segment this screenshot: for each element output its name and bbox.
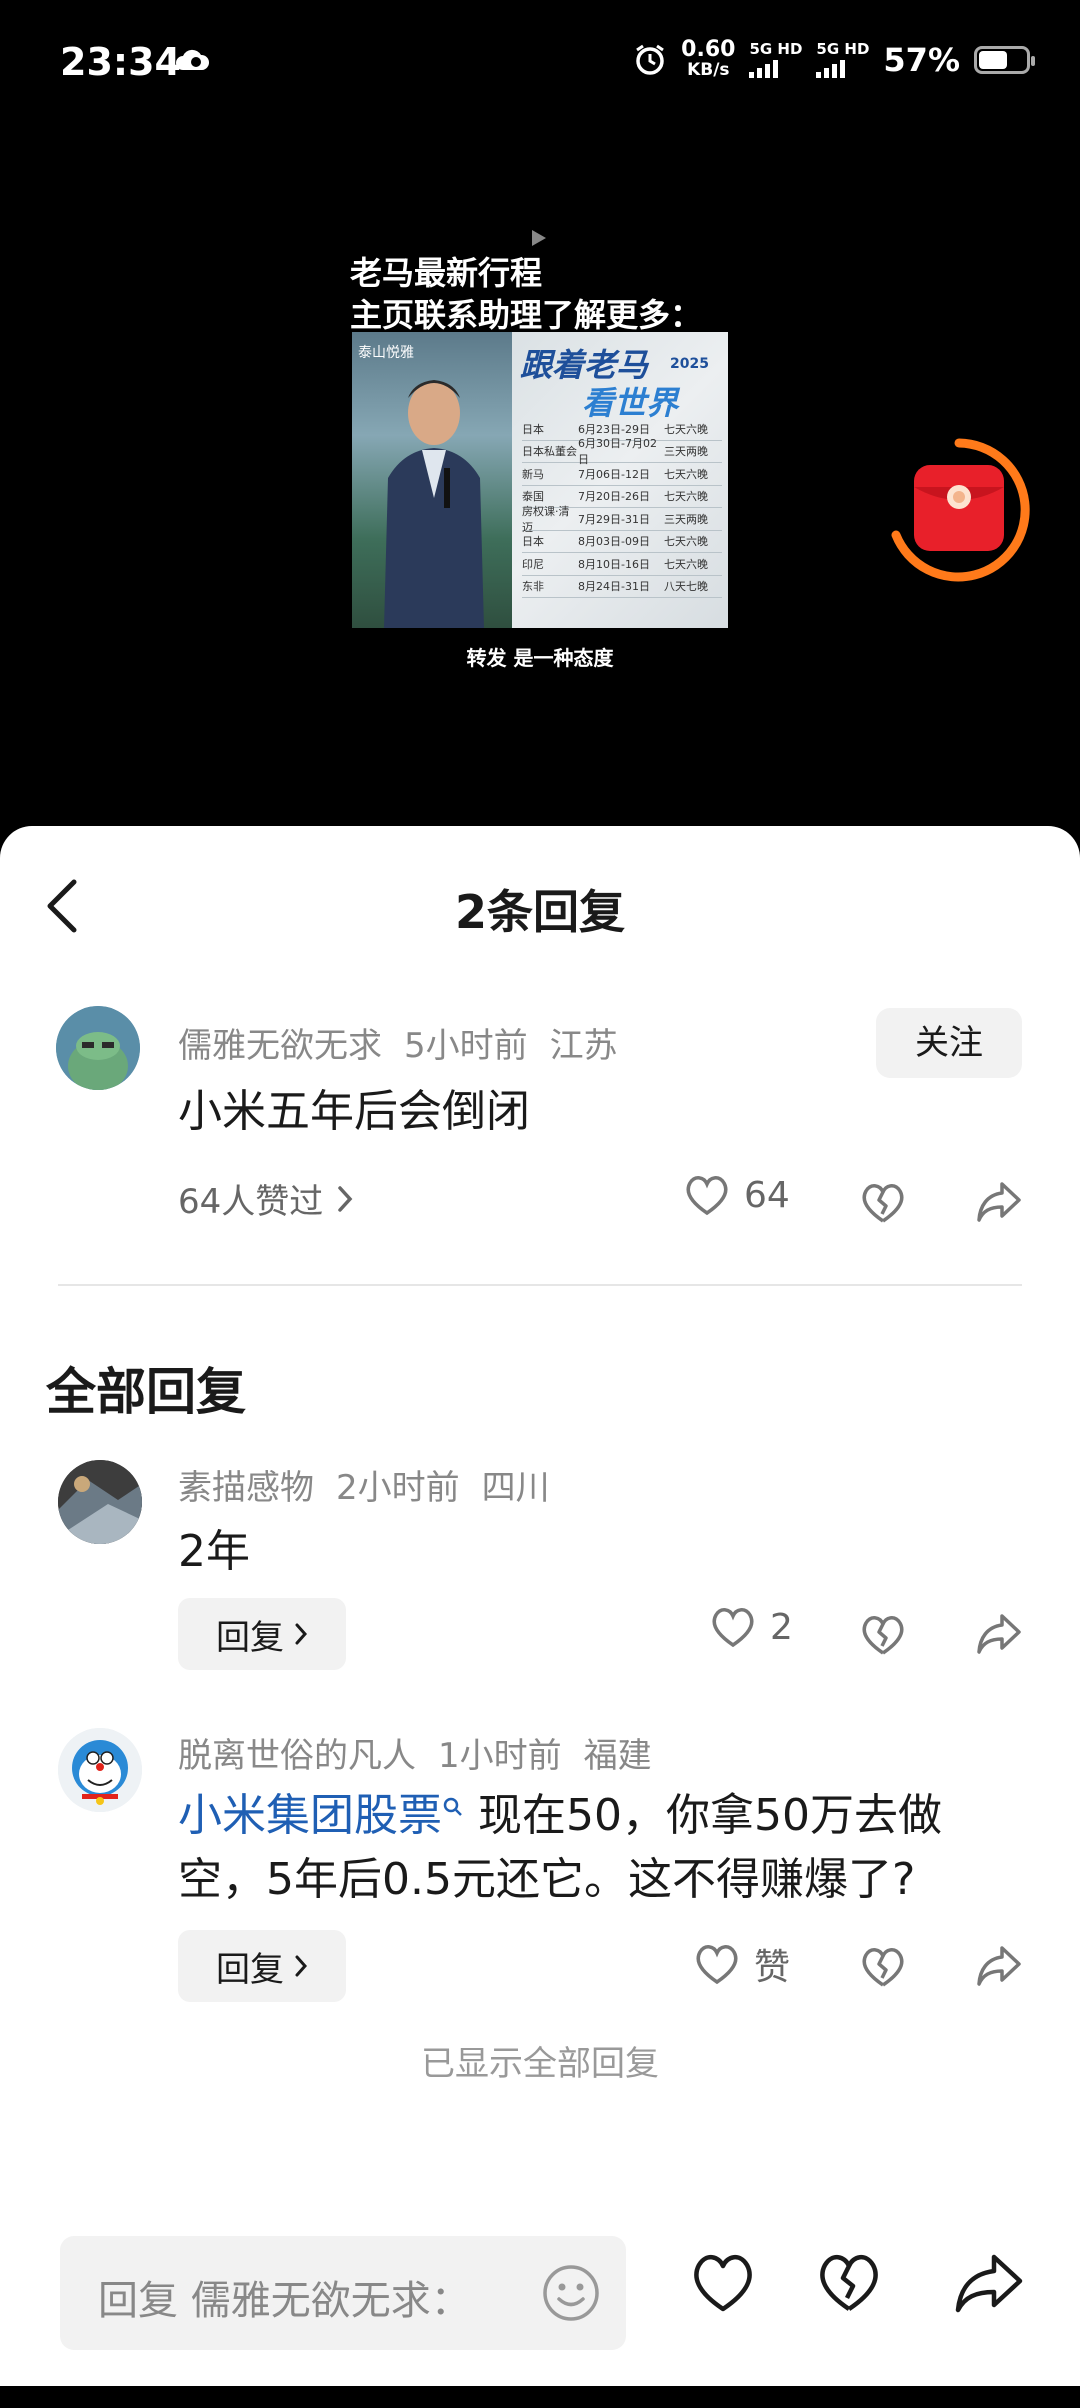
sim1-signal: 5G HD: [749, 42, 802, 78]
heart-icon: [696, 1945, 738, 1985]
poster-brand: 泰山悦雅: [358, 345, 414, 361]
reply-input-bar: 回复 儒雅无欲无求：: [0, 2220, 1080, 2370]
video-title-line2: 主页联系助理了解更多：: [350, 296, 703, 334]
status-indicators: 0.60 KB/s 5G HD 5G HD 57%: [633, 37, 1035, 81]
trip-row: 东非 8月24日-31日 八天七晚: [522, 576, 722, 598]
signal-bars-icon: [749, 60, 779, 78]
reply-time: 1小时前: [438, 1736, 562, 1776]
net-speed-value: 0.60: [681, 37, 736, 62]
reply-text: 小米集团股票 现在50，你拿50万去做 空，5年后0.5元还它。这不得赚爆了?: [178, 1784, 1038, 1912]
comment-actions: 64: [0, 1174, 1080, 1234]
avatar-image: [58, 1460, 142, 1544]
video-title-line1: 老马最新行程: [350, 254, 543, 292]
all-replies-shown: 已显示全部回复: [421, 2044, 659, 2084]
trip-row: 日本 8月03日-09日 七天六晚: [522, 531, 722, 553]
cloud-icon: [176, 49, 210, 70]
net-speed: 0.60 KB/s: [681, 37, 736, 81]
battery-percent: 57%: [883, 41, 960, 79]
status-time: 23:34: [60, 40, 181, 84]
search-link-icon[interactable]: [442, 1796, 464, 1822]
dislike-broken-heart-icon[interactable]: [860, 1614, 906, 1656]
signal-bars-icon: [816, 60, 846, 78]
reply-text: 2年: [178, 1526, 250, 1577]
share-icon[interactable]: [976, 1180, 1022, 1224]
share-icon[interactable]: [954, 2252, 1024, 2314]
stock-link[interactable]: 小米集团股票: [178, 1790, 442, 1841]
reply-input-placeholder: 回复 儒雅无欲无求：: [98, 2278, 471, 2324]
like-button[interactable]: 赞: [694, 1938, 790, 1990]
red-packet-icon[interactable]: [884, 435, 1034, 585]
comment-location: 江苏: [549, 1026, 618, 1066]
reply-meta: 素描感物 2小时前 四川: [178, 1460, 572, 1509]
like-heart-icon[interactable]: [690, 2252, 756, 2314]
system-nav-strip: [0, 2386, 1080, 2408]
trip-table: 日本 6月23日-29日 七天六晚 日本私董会 6月30日-7月02日 三天两晚 新马 7…: [522, 418, 722, 598]
dislike-broken-heart-icon[interactable]: [860, 1946, 906, 1988]
comment-time: 5小时前: [404, 1026, 528, 1066]
speaker-figure: [384, 380, 484, 628]
heart-icon: [686, 1176, 728, 1216]
like-count: 2: [770, 1606, 793, 1648]
divider: [58, 1284, 1022, 1286]
dislike-broken-heart-icon[interactable]: [816, 2252, 882, 2314]
sim2-signal: 5G HD: [816, 42, 869, 78]
reply-time: 2小时前: [336, 1468, 460, 1508]
video-poster: 泰山悦雅 跟着老马 2025 看世界 日本 6月23日-29日 七天六晚 日本私董会…: [352, 332, 728, 628]
sim1-label: 5G HD: [749, 40, 803, 58]
follow-button[interactable]: 关注: [876, 1008, 1022, 1078]
reply-location: 福建: [583, 1736, 652, 1776]
reply-sheet: 2条回复 儒雅无欲无求 5小时前 江苏 关注 小米五年后会倒闭 64人赞过 64 全…: [0, 826, 1080, 2386]
comment-text: 小米五年后会倒闭: [178, 1086, 530, 1137]
comment-meta: 儒雅无欲无求 5小时前 江苏: [178, 1018, 640, 1067]
alarm-icon: [636, 44, 664, 75]
avatar[interactable]: [58, 1460, 142, 1544]
sheet-title: 2条回复: [454, 885, 625, 939]
emoji-icon[interactable]: [540, 2262, 602, 2324]
trip-row: 印尼 8月10日-16日 七天六晚: [522, 553, 722, 576]
heart-icon: [712, 1608, 754, 1648]
reply-username[interactable]: 脱离世俗的凡人: [178, 1736, 416, 1776]
share-icon[interactable]: [976, 1944, 1022, 1988]
reply-location: 四川: [481, 1468, 550, 1508]
sim2-label: 5G HD: [816, 40, 870, 58]
avatar[interactable]: [58, 1728, 142, 1812]
avatar-image: [58, 1728, 142, 1812]
reply-actions: 2: [0, 1606, 1080, 1666]
poster-year: 2025: [670, 356, 709, 372]
sheet-header: 2条回复: [0, 826, 1080, 986]
reply-text-line1: 现在50，你拿50万去做: [478, 1790, 942, 1841]
trip-row: 日本私董会 6月30日-7月02日 三天两晚: [522, 437, 722, 466]
comment-username[interactable]: 儒雅无欲无求: [178, 1026, 382, 1066]
play-indicator-icon: [532, 230, 546, 246]
reply-meta: 脱离世俗的凡人 1小时前 福建: [178, 1728, 674, 1777]
reply-actions: 赞: [0, 1938, 1080, 1998]
share-icon[interactable]: [976, 1612, 1022, 1656]
reply-text-line2: 空，5年后0.5元还它。这不得赚爆了?: [178, 1854, 916, 1905]
reply-input[interactable]: 回复 儒雅无欲无求：: [60, 2236, 626, 2350]
net-speed-unit: KB/s: [687, 60, 730, 80]
video-player[interactable]: 老马最新行程 主页联系助理了解更多： 泰山悦雅 跟着老马 2025 看世界 日本…: [0, 130, 1080, 830]
battery-icon: [974, 46, 1035, 74]
section-title: 全部回复: [46, 1363, 246, 1421]
like-count: 64: [744, 1174, 790, 1216]
like-label: 赞: [754, 1947, 791, 1988]
like-button[interactable]: 2: [710, 1606, 793, 1648]
video-caption: 转发 是一种态度: [466, 646, 614, 670]
reply-username[interactable]: 素描感物: [178, 1468, 314, 1508]
avatar[interactable]: [56, 1006, 140, 1090]
trip-row: 新马 7月06日-12日 七天六晚: [522, 463, 722, 486]
trip-row: 房权课·清迈 7月29日-31日 三天两晚: [522, 505, 722, 534]
dislike-broken-heart-icon[interactable]: [860, 1182, 906, 1224]
like-button[interactable]: 64: [684, 1174, 790, 1216]
status-bar: 23:34 0.60 KB/s 5G HD 5G HD 57%: [0, 0, 1080, 130]
avatar-image: [56, 1006, 140, 1090]
